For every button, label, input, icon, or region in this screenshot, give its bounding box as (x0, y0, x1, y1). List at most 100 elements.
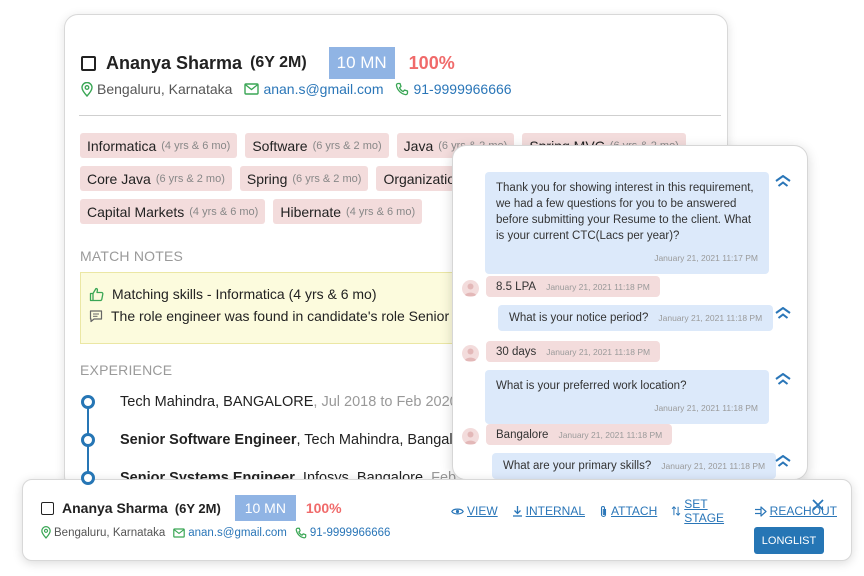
message-time: January 21, 2021 11:18 PM (661, 461, 766, 471)
message-text: Thank you for showing interest in this r… (496, 182, 754, 242)
skill-chip: Spring (6 yrs & 2 mo) (239, 166, 369, 191)
phone-link[interactable]: 91-9999966666 (310, 527, 391, 539)
compact-header: Ananya Sharma (6Y 2M) 10 MN 100% (41, 495, 342, 521)
candidate-compact-card: Ananya Sharma (6Y 2M) 10 MN 100% Bengalu… (22, 479, 852, 561)
email-item[interactable]: anan.s@gmail.com (173, 527, 287, 539)
action-bar: VIEW INTERNAL ATTACH SET STAGE REACHOUT (451, 497, 851, 525)
comment-icon (89, 310, 103, 323)
skill-duration: (6 yrs & 2 mo) (292, 172, 362, 185)
attach-action[interactable]: ATTACH (599, 504, 657, 518)
outgoing-message: What is your notice period? January 21, … (498, 305, 774, 331)
view-label: VIEW (467, 504, 498, 518)
experience-role: Senior Software Engineer (120, 432, 297, 448)
skill-name: Spring (246, 170, 288, 187)
select-checkbox[interactable] (41, 501, 54, 515)
timeline-dot (81, 395, 95, 409)
bot-logo-icon (775, 307, 791, 319)
ctc-badge: 10 MN (328, 47, 395, 79)
location-item: Bengaluru, Karnataka (41, 526, 165, 539)
phone-link[interactable]: 91-9999966666 (413, 81, 511, 97)
skill-name: Informatica (87, 137, 157, 154)
location-item: Bengaluru, Karnataka (81, 81, 232, 97)
experience-company: Tech Mahindra, BANGALORE (120, 394, 314, 410)
skill-chip: Core Java (6 yrs & 2 mo) (80, 166, 232, 191)
thumbs-up-icon (89, 287, 104, 301)
incoming-message: 30 days January 21, 2021 11:18 PM (486, 341, 661, 362)
email-link[interactable]: anan.s@gmail.com (263, 81, 383, 97)
outgoing-message: What are your primary skills? January 21… (492, 453, 777, 479)
location-text: Bengaluru, Karnataka (54, 526, 166, 539)
set-stage-label: SET STAGE (684, 497, 725, 525)
eye-icon (451, 508, 464, 514)
skill-name: Capital Markets (87, 203, 185, 220)
experience-company: , Tech Mahindra, Bangalore (296, 432, 474, 448)
attach-label: ATTACH (611, 504, 658, 518)
skill-chip: Informatica (4 yrs & 6 mo) (80, 133, 238, 158)
timeline-dot (81, 471, 95, 485)
select-checkbox[interactable] (81, 55, 96, 71)
message-time: January 21, 2021 11:18 PM (558, 429, 663, 440)
contact-info: Bengaluru, Karnataka anan.s@gmail.com 91… (81, 81, 524, 97)
incoming-message: 8.5 LPA January 21, 2021 11:18 PM (486, 276, 660, 297)
candidate-name[interactable]: Ananya Sharma (62, 500, 168, 516)
user-avatar-icon (462, 280, 479, 297)
match-note-text: Matching skills - Informatica (4 yrs & 6… (112, 286, 377, 302)
candidate-header: Ananya Sharma (6Y 2M) 10 MN 100% (81, 47, 455, 79)
header-divider (79, 115, 721, 116)
paperclip-icon (600, 505, 607, 517)
contact-info: Bengaluru, Karnataka anan.s@gmail.com 91… (41, 526, 398, 539)
sort-arrows-icon (671, 506, 681, 516)
view-action[interactable]: VIEW (451, 504, 498, 518)
location-text: Bengaluru, Karnataka (97, 81, 233, 97)
phone-item[interactable]: 91-9999966666 (295, 527, 391, 539)
outgoing-message: Thank you for showing interest in this r… (485, 172, 769, 274)
skill-duration: (6 yrs & 2 mo) (312, 139, 382, 152)
chat-panel[interactable]: Thank you for showing interest in this r… (452, 145, 808, 480)
phone-item[interactable]: 91-9999966666 (395, 81, 512, 97)
internal-label: INTERNAL (525, 504, 586, 518)
download-icon (512, 506, 522, 517)
message-time: January 21, 2021 11:18 PM (654, 403, 758, 413)
ctc-badge: 10 MN (234, 495, 296, 521)
email-item[interactable]: anan.s@gmail.com (244, 81, 383, 97)
message-time: January 21, 2021 11:18 PM (546, 281, 650, 292)
phone-icon (295, 527, 307, 538)
match-notes-title: MATCH NOTES (80, 248, 184, 264)
skill-duration: (6 yrs & 2 mo) (155, 172, 225, 185)
longlist-button[interactable]: LONGLIST (754, 527, 824, 554)
incoming-message: Bangalore January 21, 2021 11:18 PM (486, 424, 673, 445)
email-link[interactable]: anan.s@gmail.com (188, 527, 287, 539)
skill-name: Software (252, 137, 308, 154)
skill-duration: (4 yrs & 6 mo) (161, 139, 231, 152)
mail-icon (244, 83, 260, 95)
match-percentage: 100% (408, 52, 455, 73)
internal-action[interactable]: INTERNAL (512, 504, 585, 518)
experience-title: EXPERIENCE (80, 362, 173, 378)
send-arrow-icon (754, 505, 767, 517)
match-percentage: 100% (305, 500, 342, 516)
skill-duration: (4 yrs & 6 mo) (346, 205, 416, 218)
skill-chip: Hibernate (4 yrs & 6 mo) (273, 199, 423, 224)
close-icon[interactable] (811, 498, 825, 512)
message-text: What are your primary skills? (503, 460, 652, 472)
set-stage-action[interactable]: SET STAGE (671, 497, 739, 525)
map-pin-icon (41, 526, 51, 539)
candidate-name[interactable]: Ananya Sharma (106, 53, 242, 74)
message-time: January 21, 2021 11:17 PM (654, 253, 758, 263)
skill-chip: Capital Markets (4 yrs & 6 mo) (80, 199, 266, 224)
message-text: What is your notice period? (509, 312, 649, 324)
map-pin-icon (81, 81, 93, 97)
skill-duration: (4 yrs & 6 mo) (189, 205, 259, 218)
experience-dates: , Jul 2018 to Feb 2020 (313, 394, 458, 410)
mail-icon (173, 527, 186, 538)
skill-chip: Software (6 yrs & 2 mo) (245, 133, 389, 158)
bot-logo-icon (775, 373, 791, 385)
candidate-experience: (6Y 2M) (250, 54, 307, 71)
candidate-experience: (6Y 2M) (174, 500, 221, 516)
bot-logo-icon (775, 175, 791, 187)
user-avatar-icon (462, 428, 479, 445)
skill-name: Organization (383, 170, 463, 187)
message-text: 30 days (496, 345, 537, 358)
message-time: January 21, 2021 11:18 PM (546, 346, 651, 357)
skill-name: Java (403, 137, 434, 154)
